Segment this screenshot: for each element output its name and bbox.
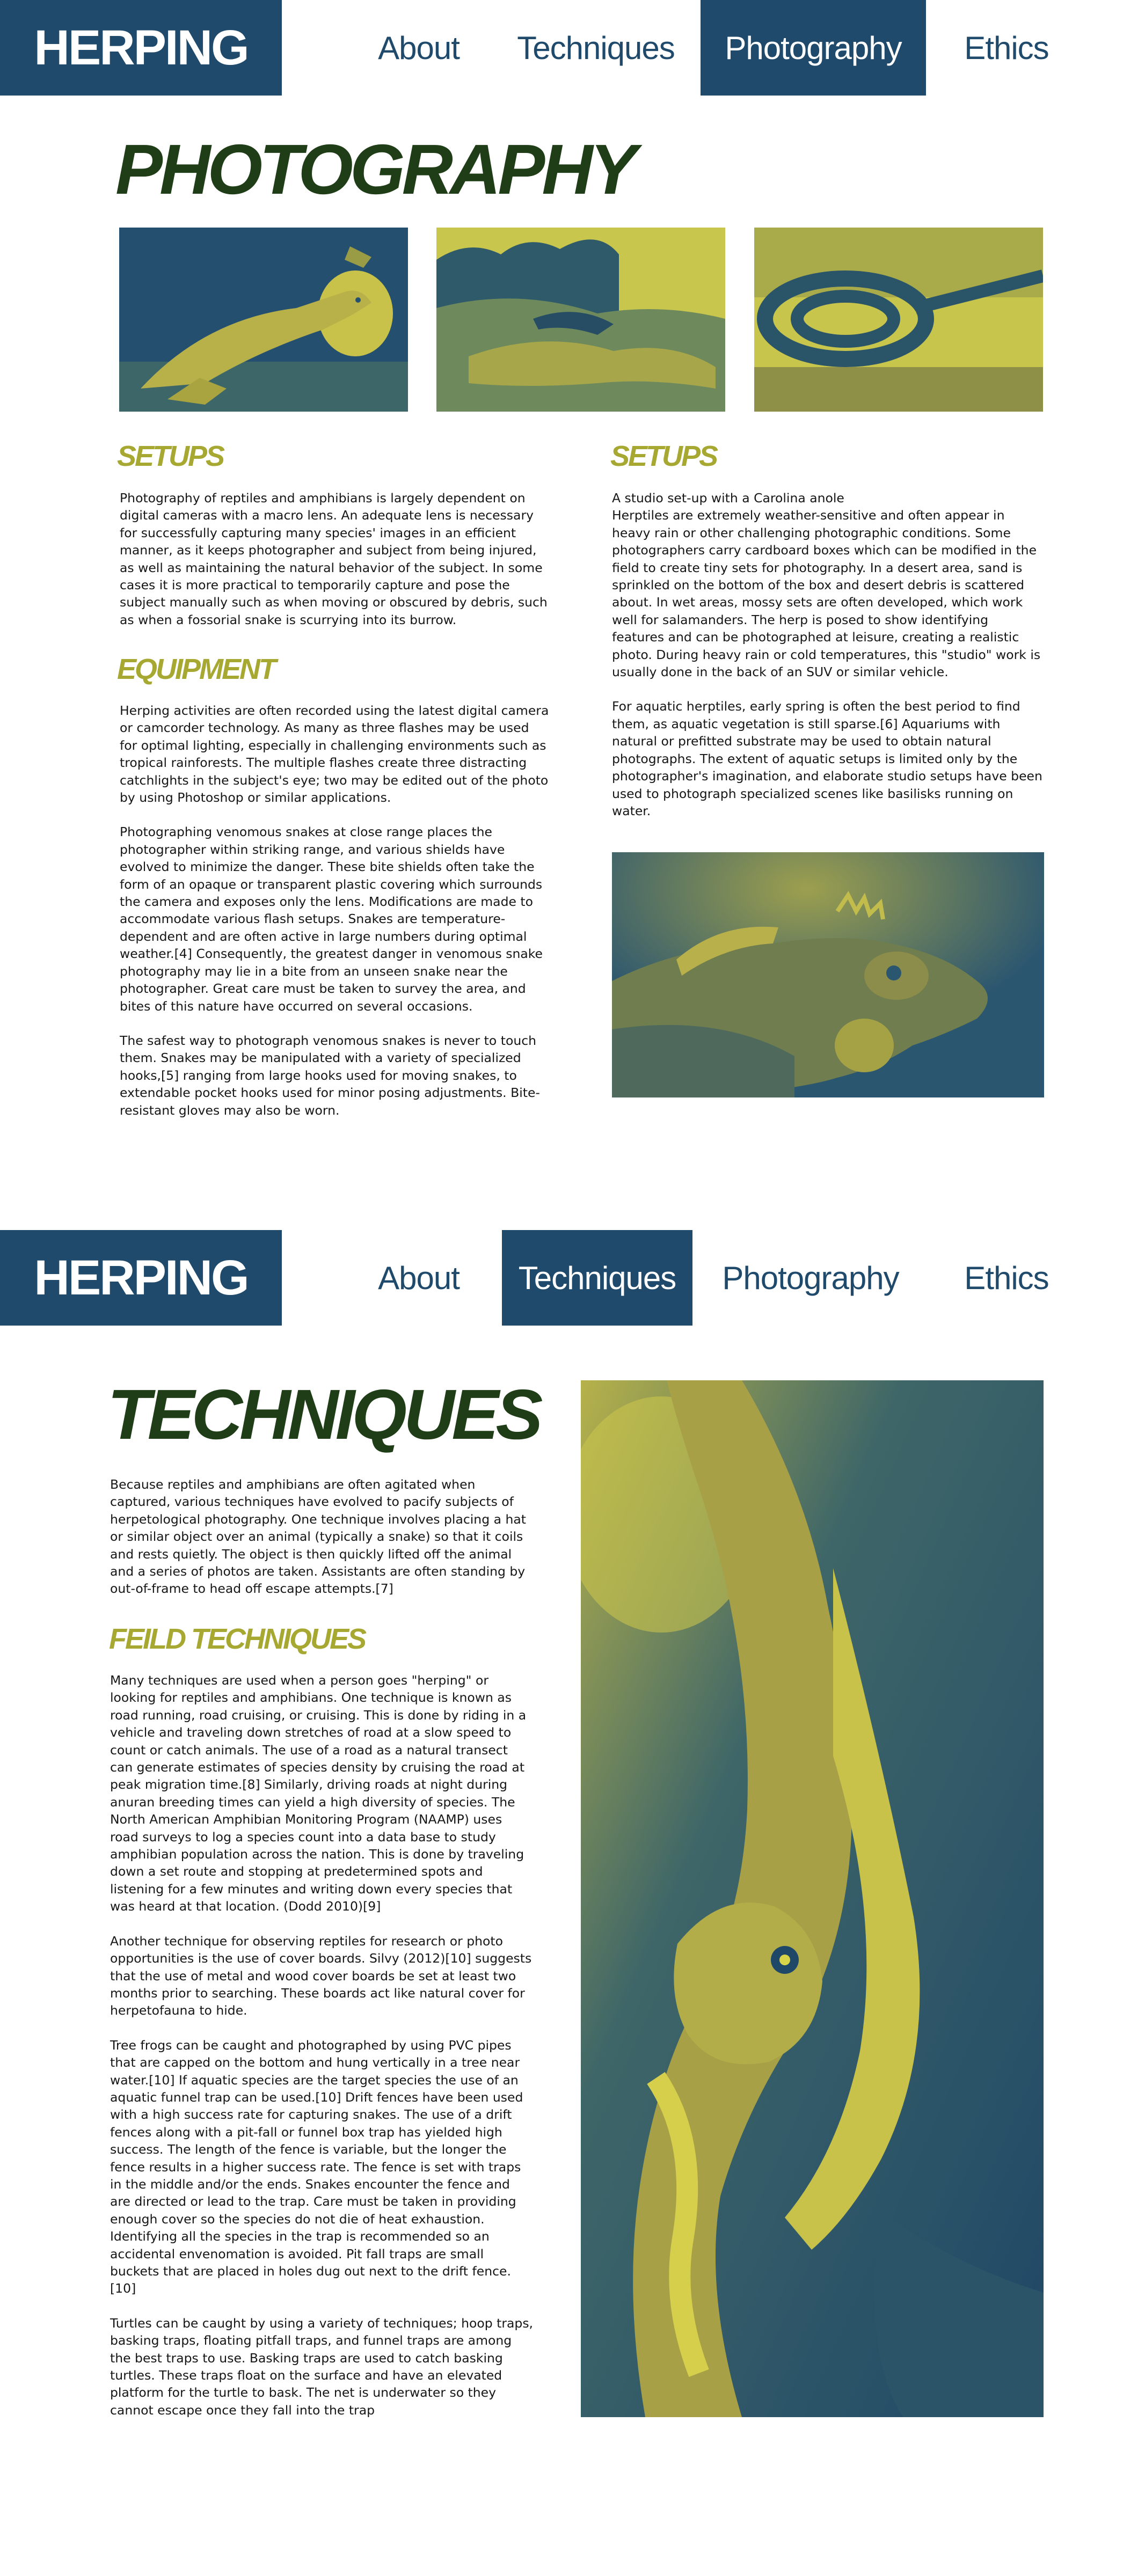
equipment-text: Herping activities are often recorded us…: [120, 702, 549, 1136]
page-title: PHOTOGRAPHY: [115, 130, 637, 209]
setups-text-left: Photography of reptiles and amphibians i…: [120, 489, 549, 646]
site-logo-2[interactable]: HERPING: [0, 1230, 282, 1326]
setups-right-paragraph-2: For aquatic herptiles, early spring is o…: [612, 699, 1042, 818]
equipment-paragraph-3: The safest way to photograph venomous sn…: [120, 1033, 540, 1118]
nav-about[interactable]: About: [365, 0, 472, 96]
top-nav: HERPING About Techniques Photography Eth…: [0, 0, 1145, 96]
field-paragraph-1: Many techniques are used when a person g…: [110, 1673, 527, 1914]
equipment-heading: EQUIPMENT: [117, 653, 276, 685]
field-paragraph-2: Another technique for observing reptiles…: [110, 1933, 532, 2018]
photo-caption: A studio set-up with a Carolina anole: [612, 491, 844, 506]
nav-techniques-2[interactable]: Techniques: [502, 1230, 692, 1326]
techniques-title: TECHNIQUES: [107, 1375, 543, 1454]
field-techniques-heading: FEILD TECHNIQUES: [109, 1623, 367, 1655]
nav-photography-2[interactable]: Photography: [722, 1230, 899, 1326]
techniques-intro-paragraph: Because reptiles and amphibians are ofte…: [110, 1477, 526, 1597]
lizards-rocks-photo: [436, 228, 725, 412]
anole-photo: [119, 228, 408, 412]
nav-ethics[interactable]: Ethics: [953, 0, 1060, 96]
equipment-paragraph-2: Photographing venomous snakes at close r…: [120, 824, 543, 1014]
field-techniques-text: Many techniques are used when a person g…: [110, 1672, 534, 2436]
setups-heading-right: SETUPS: [610, 440, 718, 472]
techniques-nav: HERPING About Techniques Photography Eth…: [0, 1230, 1145, 1326]
setups-text-right: A studio set-up with a Carolina anole He…: [612, 489, 1044, 837]
setups-heading-left: SETUPS: [117, 440, 225, 472]
iguana-photo: [612, 852, 1044, 1097]
nav-photography[interactable]: Photography: [701, 0, 926, 96]
setups-right-paragraph-1: Herptiles are extremely weather-sensitiv…: [612, 508, 1041, 680]
site-logo[interactable]: HERPING: [0, 0, 282, 96]
snake-photo: [754, 228, 1043, 412]
nav-about-2[interactable]: About: [365, 1230, 472, 1326]
field-paragraph-4: Turtles can be caught by using a variety…: [110, 2315, 534, 2418]
equipment-paragraph-1: Herping activities are often recorded us…: [120, 703, 549, 806]
field-paragraph-3: Tree frogs can be caught and photographe…: [110, 2037, 523, 2296]
iguana-closeup-photo: [581, 1380, 1044, 2417]
techniques-intro: Because reptiles and amphibians are ofte…: [110, 1476, 534, 1615]
setups-paragraph: Photography of reptiles and amphibians i…: [120, 491, 548, 627]
nav-ethics-2[interactable]: Ethics: [953, 1230, 1060, 1326]
nav-techniques[interactable]: Techniques: [515, 0, 676, 96]
